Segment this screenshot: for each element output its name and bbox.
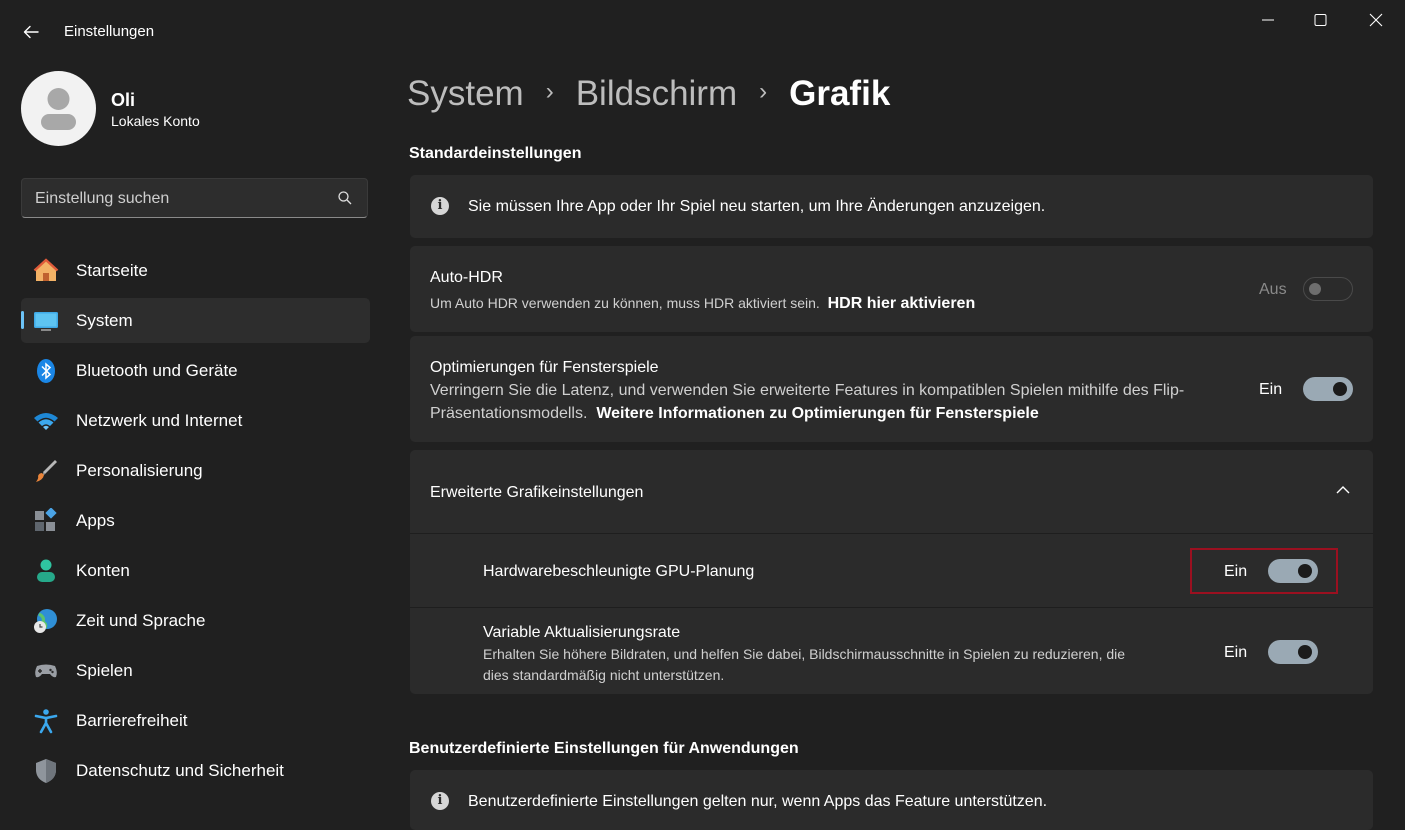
brush-icon (36, 460, 57, 482)
search-placeholder: Einstellung suchen (35, 190, 170, 207)
accessibility-icon (34, 709, 58, 734)
sidebar-item-system[interactable]: System (21, 298, 370, 343)
user-name: Oli (111, 90, 136, 110)
toggle-state-label: Aus (1259, 281, 1287, 298)
monitor-icon (34, 312, 58, 331)
section-title-custom: Benutzerdefinierte Einstellungen für Anw… (409, 740, 799, 757)
sidebar-item-barrierefreiheit[interactable]: Barrierefreiheit (21, 698, 370, 743)
title-bar: Einstellungen (0, 0, 1405, 62)
setting-description: Verringern Sie die Latenz, und verwenden… (430, 379, 1230, 425)
sidebar-item-label: Datenschutz und Sicherheit (76, 761, 284, 780)
shield-icon (36, 759, 56, 783)
windowed-games-info-link[interactable]: Weitere Informationen zu Optimierungen f… (596, 405, 1038, 422)
toggle-state-label: Ein (1259, 381, 1283, 398)
app-title: Einstellungen (64, 23, 155, 40)
globe-clock-icon (34, 609, 57, 633)
minimize-button[interactable] (1254, 8, 1282, 32)
setting-description-text: Um Auto HDR verwenden zu können, muss HD… (430, 295, 820, 311)
sidebar-item-datenschutz[interactable]: Datenschutz und Sicherheit (21, 748, 370, 793)
vrr-title: Variable Aktualisierungsrate (483, 624, 681, 641)
breadcrumb-bildschirm[interactable]: Bildschirm (576, 74, 737, 113)
search-icon[interactable] (337, 190, 353, 206)
advanced-graphics-header[interactable]: Erweiterte Grafikeinstellungen (410, 450, 1373, 533)
sidebar-item-label: Bluetooth und Geräte (76, 361, 238, 380)
gpu-scheduling-title: Hardwarebeschleunigte GPU-Planung (483, 563, 755, 580)
info-icon (431, 197, 449, 215)
expander-title: Erweiterte Grafikeinstellungen (430, 484, 644, 501)
maximize-icon (1314, 14, 1327, 26)
chevron-right-icon: › (759, 77, 768, 105)
home-icon (33, 258, 59, 281)
sidebar: Oli Lokales Konto Einstellung suchen Sta… (0, 62, 390, 807)
user-avatar-icon (41, 88, 76, 130)
breadcrumb: System › Bildschirm › Grafik (407, 74, 890, 114)
advanced-graphics-expander: Erweiterte Grafikeinstellungen Hardwareb… (410, 450, 1373, 694)
custom-info-card: Benutzerdefinierte Einstellungen gelten … (410, 770, 1373, 830)
toggle-knob (1309, 283, 1321, 295)
close-button[interactable] (1362, 8, 1390, 32)
sidebar-item-netzwerk[interactable]: Netzwerk und Internet (21, 398, 370, 443)
sidebar-item-personalisierung[interactable]: Personalisierung (21, 448, 370, 493)
info-text: Benutzerdefinierte Einstellungen gelten … (468, 793, 1048, 810)
divider (410, 533, 1373, 534)
sidebar-item-konten[interactable]: Konten (21, 548, 370, 593)
vrr-toggle[interactable] (1268, 640, 1318, 664)
setting-title: Optimierungen für Fensterspiele (430, 359, 659, 376)
info-card: Sie müssen Ihre App oder Ihr Spiel neu s… (410, 175, 1373, 238)
setting-description: Um Auto HDR verwenden zu können, muss HD… (430, 292, 975, 315)
sidebar-item-label: System (76, 311, 133, 330)
toggle-knob (1333, 382, 1347, 396)
chevron-right-icon: › (545, 77, 554, 105)
gamepad-icon (35, 664, 57, 678)
windowed-games-toggle[interactable] (1303, 377, 1353, 401)
highlight-box (1190, 548, 1338, 594)
apps-icon (35, 508, 57, 531)
divider (410, 607, 1373, 608)
minimize-icon (1262, 19, 1274, 21)
setting-title: Auto-HDR (430, 269, 503, 286)
main-content: System › Bildschirm › Grafik Standardeinstel… (390, 62, 1405, 830)
sidebar-item-startseite[interactable]: Startseite (21, 248, 370, 293)
sidebar-item-label: Spielen (76, 661, 133, 680)
bluetooth-icon (37, 359, 55, 383)
breadcrumb-system[interactable]: System (407, 74, 524, 113)
active-indicator (21, 311, 24, 329)
vrr-description: Erhalten Sie höhere Bildraten, und helfe… (483, 644, 1125, 686)
vrr-description-line: dies standardmäßig nicht unterstützen. (483, 667, 725, 683)
back-button[interactable] (18, 20, 44, 44)
person-icon (37, 559, 55, 582)
page-title: Grafik (789, 74, 891, 113)
auto-hdr-toggle[interactable] (1303, 277, 1353, 301)
wifi-icon (34, 413, 58, 430)
sidebar-item-label: Netzwerk und Internet (76, 411, 243, 430)
section-title-defaults: Standardeinstellungen (409, 145, 582, 162)
sidebar-item-label: Personalisierung (76, 461, 203, 480)
sidebar-item-apps[interactable]: Apps (21, 498, 370, 543)
sidebar-item-label: Barrierefreiheit (76, 711, 188, 730)
toggle-knob (1298, 645, 1312, 659)
sidebar-item-label: Zeit und Sprache (76, 611, 206, 630)
sidebar-item-bluetooth[interactable]: Bluetooth und Geräte (21, 348, 370, 393)
close-icon (1369, 13, 1383, 27)
sidebar-item-label: Konten (76, 561, 130, 580)
info-icon (431, 792, 449, 810)
info-text: Sie müssen Ihre App oder Ihr Spiel neu s… (468, 198, 1046, 215)
sidebar-item-zeit[interactable]: Zeit und Sprache (21, 598, 370, 643)
maximize-button[interactable] (1306, 8, 1334, 32)
setting-auto-hdr: Auto-HDR Um Auto HDR verwenden zu können… (410, 246, 1373, 332)
avatar[interactable] (21, 71, 96, 146)
setting-windowed-games: Optimierungen für Fensterspiele Verringe… (410, 336, 1373, 442)
sidebar-item-label: Apps (76, 511, 115, 530)
account-type: Lokales Konto (111, 113, 200, 129)
search-input[interactable]: Einstellung suchen (21, 178, 368, 218)
vrr-description-line: Erhalten Sie höhere Bildraten, und helfe… (483, 646, 1126, 662)
toggle-state-label: Ein (1224, 644, 1248, 661)
chevron-up-icon[interactable] (1335, 484, 1351, 496)
arrow-left-icon (23, 25, 39, 39)
sidebar-item-label: Startseite (76, 261, 148, 280)
hdr-enable-link[interactable]: HDR hier aktivieren (828, 295, 976, 312)
sidebar-item-spielen[interactable]: Spielen (21, 648, 370, 693)
